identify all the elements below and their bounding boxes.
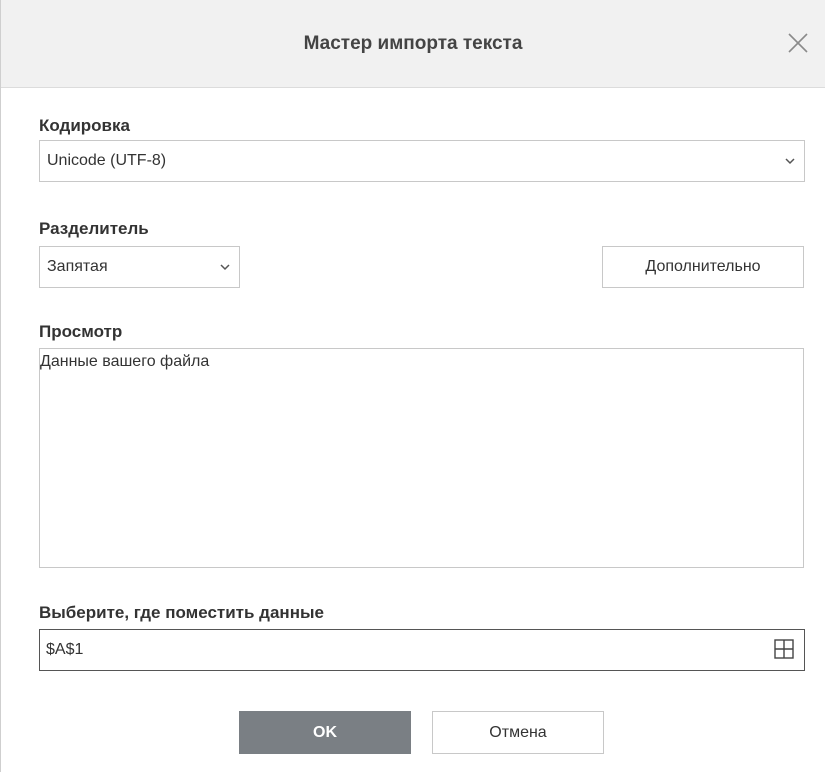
delimiter-value: Запятая — [47, 258, 108, 275]
dialog-title: Мастер импорта текста — [303, 33, 523, 54]
destination-value: $A$1 — [46, 641, 84, 658]
encoding-value: Unicode (UTF-8) — [47, 152, 167, 169]
chevron-down-icon — [785, 158, 795, 165]
advanced-button[interactable]: Дополнительно — [602, 246, 804, 288]
delimiter-select[interactable]: Запятая — [39, 246, 240, 288]
preview-area: Данные вашего файла — [39, 348, 804, 568]
delimiter-label: Разделитель — [39, 219, 149, 238]
ok-button[interactable]: OK — [239, 711, 411, 754]
select-range-icon[interactable] — [774, 639, 794, 659]
close-icon[interactable] — [787, 32, 809, 54]
chevron-down-icon — [220, 264, 230, 271]
cancel-button[interactable]: Отмена — [432, 711, 604, 754]
encoding-label: Кодировка — [39, 116, 130, 135]
text-import-dialog: Мастер импорта текста Кодировка Unicode … — [0, 0, 825, 772]
encoding-select[interactable]: Unicode (UTF-8) — [39, 140, 805, 182]
destination-input[interactable]: $A$1 — [39, 629, 805, 671]
dialog-titlebar: Мастер импорта текста — [1, 0, 825, 88]
preview-label: Просмотр — [39, 322, 123, 341]
preview-content: Данные вашего файла — [40, 353, 210, 370]
destination-label: Выберите, где поместить данные — [39, 603, 324, 622]
